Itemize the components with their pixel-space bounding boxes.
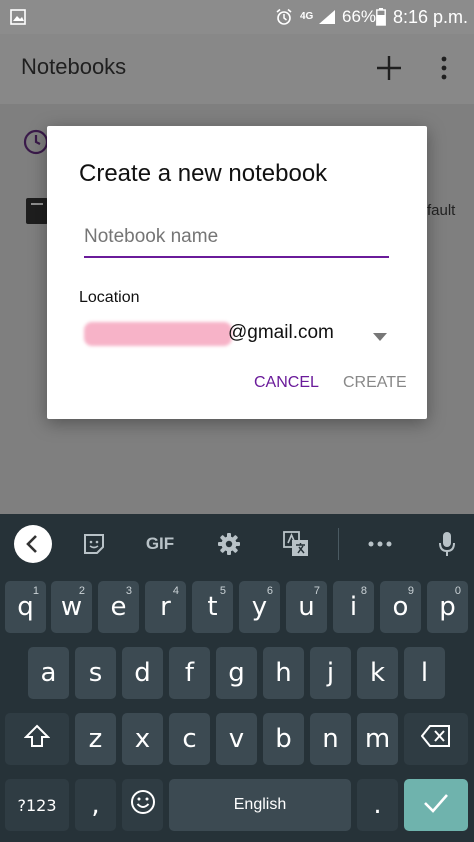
key-y[interactable]: y6 [239,581,280,633]
key-b[interactable]: b [263,713,304,765]
notebook-name-input[interactable] [84,224,384,250]
key-c[interactable]: c [169,713,210,765]
emoji-key[interactable] [122,779,163,831]
key-s[interactable]: s [75,647,116,699]
status-bar: 4G 66% 8:16 p.m. [0,0,474,34]
backspace-icon [420,724,451,754]
check-icon [423,790,449,820]
more-icon[interactable] [366,514,394,574]
key-u[interactable]: u7 [286,581,327,633]
back-icon[interactable] [13,514,53,574]
enter-key[interactable] [404,779,468,831]
mic-icon[interactable] [435,514,459,574]
translate-icon[interactable] [282,514,310,574]
key-l[interactable]: l [404,647,445,699]
comma-key[interactable]: , [75,779,116,831]
redacted-email-mark [84,322,232,346]
space-key[interactable]: English [169,779,351,831]
clock-icon [22,128,50,161]
shift-icon [23,724,51,755]
network-label: 4G [300,11,314,22]
symbols-key[interactable]: ?123 [5,779,69,831]
battery-percent: 66% [342,7,377,26]
key-f[interactable]: f [169,647,210,699]
emoji-icon [130,789,156,822]
location-label: Location [79,289,140,306]
key-o[interactable]: o9 [380,581,421,633]
key-m[interactable]: m [357,713,398,765]
key-p[interactable]: p0 [427,581,468,633]
key-h[interactable]: h [263,647,304,699]
key-i[interactable]: i8 [333,581,374,633]
key-z[interactable]: z [75,713,116,765]
gif-icon[interactable]: GIF [140,514,180,574]
location-value: @gmail.com [228,322,334,343]
add-icon[interactable] [375,54,403,87]
key-e[interactable]: e3 [98,581,139,633]
clock-time: 8:16 p.m. [393,6,469,27]
dialog-title: Create a new notebook [79,160,328,187]
notebook-name-field[interactable] [84,224,389,258]
key-w[interactable]: w2 [51,581,92,633]
key-q[interactable]: q1 [5,581,46,633]
signal-icon [318,0,336,34]
keyboard-toolbar: GIF [0,514,474,574]
cancel-button[interactable]: CANCEL [246,366,327,400]
key-x[interactable]: x [122,713,163,765]
key-d[interactable]: d [122,647,163,699]
keyboard: q1 w2 e3 r4 t5 y6 u7 i8 o9 p0 a s d f g … [0,574,474,842]
key-r[interactable]: r4 [145,581,186,633]
key-j[interactable]: j [310,647,351,699]
gallery-icon [10,0,26,34]
alarm-icon [275,0,293,34]
key-n[interactable]: n [310,713,351,765]
key-t[interactable]: t5 [192,581,233,633]
shift-key[interactable] [5,713,69,765]
create-notebook-dialog: Create a new notebook Location @gmail.co… [47,126,427,419]
key-v[interactable]: v [216,713,257,765]
chevron-down-icon [373,328,387,346]
key-k[interactable]: k [357,647,398,699]
settings-icon[interactable] [215,514,243,574]
backspace-key[interactable] [404,713,468,765]
key-g[interactable]: g [216,647,257,699]
sticker-icon[interactable] [80,514,108,574]
app-bar: Notebooks [0,34,474,104]
period-key[interactable]: . [357,779,398,831]
location-dropdown[interactable]: @gmail.com [84,318,389,354]
more-vert-icon[interactable] [438,55,450,86]
create-button[interactable]: CREATE [335,366,415,400]
key-a[interactable]: a [28,647,69,699]
page-title: Notebooks [21,54,127,79]
list-item-partial-text: fault [427,202,456,219]
toolbar-divider [338,528,339,560]
battery-icon [376,0,386,34]
notebook-icon [26,198,48,229]
